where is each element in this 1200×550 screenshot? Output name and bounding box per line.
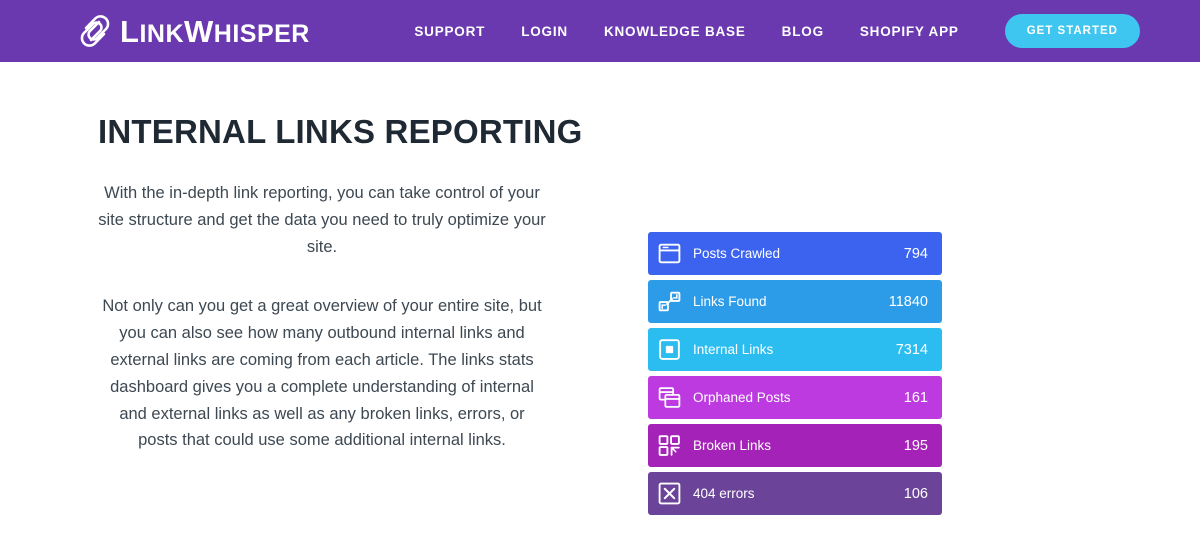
stat-label: Broken Links [693,438,772,453]
page-content: INTERNAL LINKS REPORTING With the in-dep… [0,62,1200,515]
stat-row-posts-crawled[interactable]: Posts Crawled 794 [648,232,942,275]
stat-row-orphaned-posts[interactable]: Orphaned Posts 161 [648,376,942,419]
stat-value: 794 [903,245,928,262]
stat-row-404-errors[interactable]: 404 errors 106 [648,472,942,515]
square-in-square-icon [657,337,682,362]
nav-link-knowledge-base[interactable]: KNOWLEDGE BASE [604,24,746,39]
stat-label: 404 errors [693,486,755,501]
nav-link-login[interactable]: LOGIN [521,24,568,39]
nav-link-support[interactable]: SUPPORT [414,24,485,39]
browser-window-icon [657,241,682,266]
stat-row-broken-links[interactable]: Broken Links 195 [648,424,942,467]
details-paragraph: Not only can you get a great overview of… [102,296,542,450]
stat-row-internal-links[interactable]: Internal Links 7314 [648,328,942,371]
page-title: INTERNAL LINKS REPORTING [98,113,583,150]
text-column: INTERNAL LINKS REPORTING With the in-dep… [0,62,620,515]
stat-value: 161 [903,389,928,406]
stacked-windows-icon [657,385,682,410]
site-header: LINKWHISPER SUPPORT LOGIN KNOWLEDGE BASE… [0,0,1200,62]
stat-row-links-found[interactable]: Links Found 11840 [648,280,942,323]
get-started-button[interactable]: GET STARTED [1004,14,1140,48]
brand-logo[interactable]: LINKWHISPER [80,15,310,47]
link-nodes-icon [657,289,682,314]
nav-link-blog[interactable]: BLOG [782,24,824,39]
link-paperclip-icon [80,15,110,47]
stat-label: Posts Crawled [693,246,781,261]
broken-link-icon [657,433,682,458]
stats-column: Posts Crawled 794 Links Found 11840 Inte… [620,62,942,515]
main-navigation: SUPPORT LOGIN KNOWLEDGE BASE BLOG SHOPIF… [414,14,1140,48]
stat-label: Links Found [693,294,767,309]
stats-list: Posts Crawled 794 Links Found 11840 Inte… [648,232,942,515]
brand-name: LINKWHISPER [120,13,310,49]
stat-value: 106 [903,485,928,502]
stat-value: 7314 [895,341,928,358]
nav-link-shopify-app[interactable]: SHOPIFY APP [860,24,959,39]
stat-value: 195 [903,437,928,454]
stat-label: Internal Links [693,342,774,357]
stat-value: 11840 [888,293,928,310]
intro-paragraph: With the in-depth link reporting, you ca… [98,184,546,257]
x-close-icon [657,481,682,506]
stat-label: Orphaned Posts [693,390,791,405]
